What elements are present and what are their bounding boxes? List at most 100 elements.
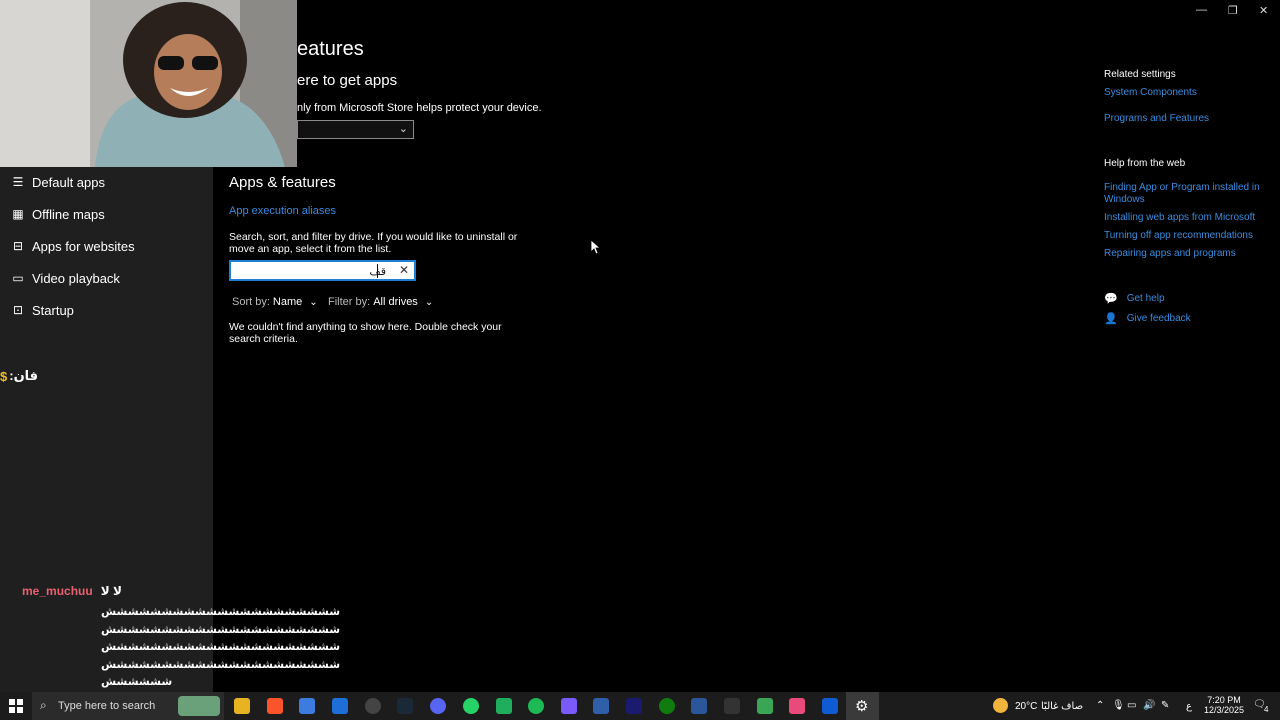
sidebar-item-offline-maps[interactable]: ▦ Offline maps [0, 198, 213, 230]
chat-command-text: فان: [9, 368, 39, 383]
adobe-fresco-icon[interactable] [822, 698, 838, 714]
discord-icon[interactable] [430, 698, 446, 714]
app-search-input[interactable]: قف ✕ [229, 260, 416, 281]
whatsapp-icon[interactable] [463, 698, 479, 714]
brave-browser-icon[interactable] [267, 698, 283, 714]
sidebar-item-label: Startup [32, 302, 74, 318]
chat-username: me_muchuu [22, 584, 93, 598]
related-settings-heading: Related settings [1104, 69, 1176, 80]
volume-icon[interactable]: 🔊 [1143, 700, 1155, 711]
sidebar-item-label: Offline maps [32, 206, 105, 222]
clock[interactable]: 7:20 PM 12/3/2025 [1200, 695, 1248, 715]
app-icon[interactable] [496, 698, 512, 714]
feedback-person-icon: 👤 [1104, 313, 1118, 325]
sidebar-item-apps-for-websites[interactable]: ⊟ Apps for websites [0, 230, 213, 262]
get-help-label: Get help [1126, 292, 1165, 304]
mail-icon[interactable] [332, 698, 348, 714]
help-link-finding-app[interactable]: Finding App or Program installed in Wind… [1104, 182, 1264, 206]
sidebar-item-label: Video playback [32, 270, 120, 286]
settings-taskbar-active[interactable]: ⚙ [846, 692, 879, 720]
currency-icon: $ [0, 368, 8, 384]
sidebar-item-label: Default apps [32, 174, 105, 190]
microsoft-store-icon[interactable] [299, 698, 315, 714]
game-launcher-icon[interactable] [561, 698, 577, 714]
help-from-web-heading: Help from the web [1104, 158, 1186, 169]
chevron-down-icon: ⌄ [309, 296, 318, 308]
notification-count: 4 [1264, 705, 1269, 714]
give-feedback-label: Give feedback [1126, 312, 1191, 324]
clock-date: 12/3/2025 [1203, 705, 1245, 715]
steam-icon[interactable] [397, 698, 413, 714]
help-link-turning-off-recommendations[interactable]: Turning off app recommendations [1104, 230, 1253, 242]
tray-chevron-up-icon[interactable]: ⌃ [1096, 700, 1104, 711]
terminal-icon[interactable] [626, 698, 642, 714]
offline-maps-icon: ▦ [12, 207, 24, 221]
system-components-link[interactable]: System Components [1104, 87, 1197, 99]
sidebar-item-video-playback[interactable]: ▭ Video playback [0, 262, 213, 294]
page-title: eatures [297, 38, 364, 60]
word-icon[interactable] [691, 698, 707, 714]
chevron-down-icon: ⌄ [398, 123, 408, 135]
chat-user-message: لا لا [100, 584, 122, 598]
mouse-cursor-icon [591, 240, 601, 255]
chat-message-header: me_muchuu لا لا [22, 584, 122, 598]
minimize-button[interactable]: — [1196, 4, 1207, 16]
microphone-icon[interactable]: 🎙 [1112, 700, 1125, 711]
weather-text[interactable]: صاف غالبًا [1041, 701, 1083, 712]
apps-websites-icon: ⊟ [12, 239, 24, 253]
file-explorer-icon[interactable] [234, 698, 250, 714]
app-source-select[interactable]: ⌄ [297, 120, 414, 139]
get-help-link[interactable]: 💬 Get help [1104, 292, 1165, 306]
streamer-webcam-image [0, 0, 297, 167]
search-value: قف [369, 266, 386, 278]
help-link-repairing-apps[interactable]: Repairing apps and programs [1104, 248, 1236, 260]
pen-icon[interactable]: ✎ [1161, 700, 1169, 711]
photo-app-icon[interactable] [789, 698, 805, 714]
sidebar-item-default-apps[interactable]: ☰ Default apps [0, 166, 213, 198]
close-button[interactable]: ✕ [1259, 4, 1268, 17]
gear-icon: ⚙ [855, 698, 869, 715]
xbox-icon[interactable] [659, 698, 675, 714]
store-note: nly from Microsoft Store helps protect y… [297, 102, 542, 114]
weather-icon [993, 698, 1008, 713]
filter-dropdown[interactable]: Filter by: All drives ⌄ [328, 296, 433, 308]
network-icon[interactable]: ▭ [1127, 700, 1136, 711]
chat-line: ششششششششششششششششششششش [101, 659, 341, 671]
chat-line: ششششششششششششششششششششش [101, 624, 341, 636]
taskbar-search[interactable]: ⌕ Type here to search [32, 692, 224, 720]
obs-icon[interactable] [365, 698, 381, 714]
search-help-text: Search, sort, and filter by drive. If yo… [229, 231, 518, 255]
chat-line: شششششش [101, 676, 173, 688]
app-execution-aliases-link[interactable]: App execution aliases [229, 205, 336, 217]
sidebar-item-startup[interactable]: ⊡ Startup [0, 294, 213, 326]
taskbar-search-placeholder: Type here to search [58, 700, 156, 712]
chat-line: ششششششششششششششششششششش [101, 641, 341, 653]
give-feedback-link[interactable]: 👤 Give feedback [1104, 312, 1191, 326]
language-indicator[interactable]: ع [1186, 701, 1192, 712]
sort-label: Sort by: [232, 296, 270, 308]
default-apps-icon: ☰ [12, 175, 24, 189]
chat-app-icon[interactable] [757, 698, 773, 714]
xd-pen-icon[interactable] [724, 698, 740, 714]
chat-bubble-icon: 💬 [1104, 293, 1118, 305]
filter-label: Filter by: [328, 296, 371, 308]
restore-button[interactable]: ❐ [1228, 4, 1238, 17]
clear-search-icon[interactable]: ✕ [399, 263, 409, 277]
clock-time: 7:20 PM [1207, 695, 1241, 705]
help-link-installing-web-apps[interactable]: Installing web apps from Microsoft [1104, 212, 1255, 224]
sidebar-item-label: Apps for websites [32, 238, 135, 254]
chat-command: $ فان: [0, 368, 38, 384]
video-playback-icon: ▭ [12, 271, 24, 285]
programs-features-link[interactable]: Programs and Features [1104, 113, 1209, 125]
empty-results-message: We couldn't find anything to show here. … [229, 321, 502, 345]
chevron-down-icon: ⌄ [424, 296, 434, 308]
start-button[interactable] [9, 699, 23, 713]
sort-dropdown[interactable]: Sort by: Name ⌄ [232, 296, 318, 308]
filter-value: All drives [373, 296, 418, 308]
webcam-overlay [0, 0, 297, 167]
spotify-icon[interactable] [528, 698, 544, 714]
vpn-icon[interactable] [593, 698, 609, 714]
temperature[interactable]: 20°C [1015, 701, 1037, 712]
search-icon: ⌕ [40, 698, 47, 712]
sort-value: Name [272, 296, 303, 308]
